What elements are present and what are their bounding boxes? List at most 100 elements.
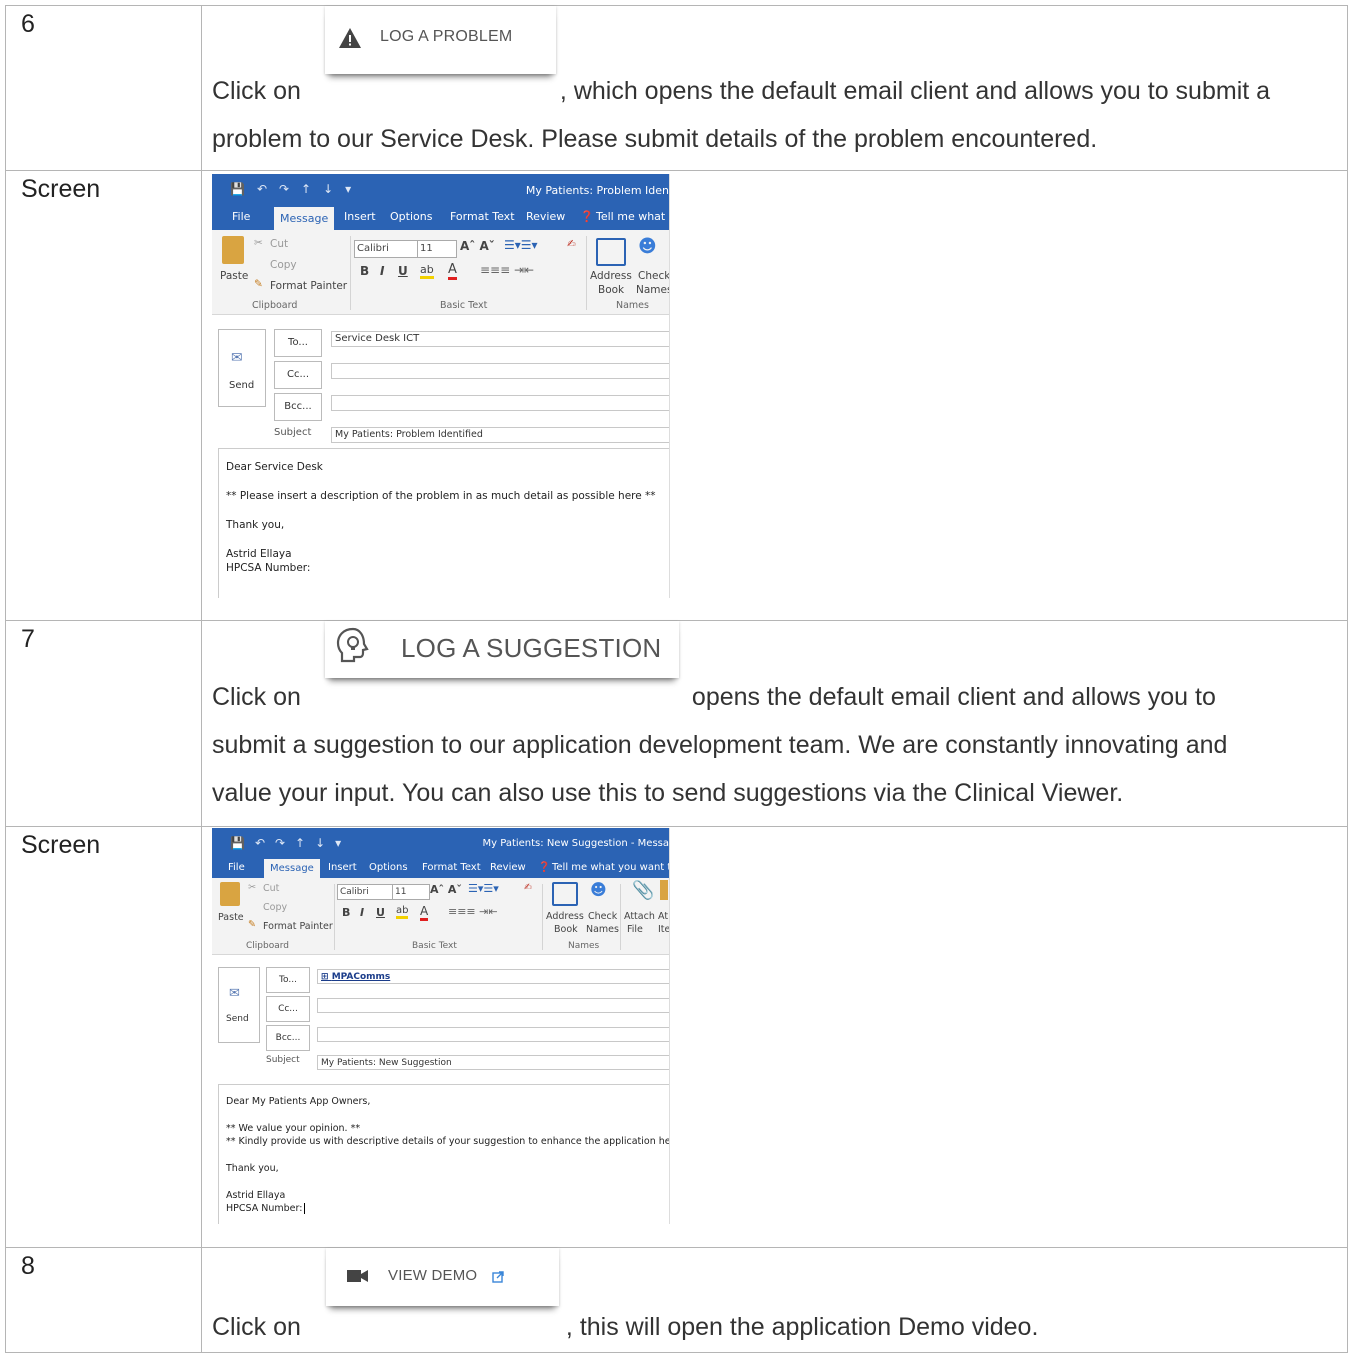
paste-icon[interactable] bbox=[222, 236, 244, 264]
paste-label[interactable]: Paste bbox=[218, 912, 244, 923]
paperclip-icon[interactable]: 📎 bbox=[632, 880, 654, 901]
to-button[interactable]: To... bbox=[266, 967, 310, 993]
log-problem-label: LOG A PROBLEM bbox=[380, 28, 513, 45]
tab-tell-me[interactable]: Tell me what y bbox=[596, 210, 669, 223]
align-icons[interactable]: ≡≡≡ ⇥⇤ bbox=[448, 905, 498, 918]
bcc-field[interactable] bbox=[317, 1027, 669, 1042]
paste-label[interactable]: Paste bbox=[220, 270, 248, 282]
subject-field[interactable]: My Patients: New Suggestion bbox=[317, 1055, 669, 1070]
video-camera-icon bbox=[347, 1270, 368, 1282]
tab-review[interactable]: Review bbox=[526, 210, 565, 223]
names-label[interactable]: Names bbox=[636, 284, 669, 296]
clipboard-group-label: Clipboard bbox=[252, 300, 298, 311]
tab-file[interactable]: File bbox=[228, 862, 245, 873]
book-label[interactable]: Book bbox=[598, 284, 624, 296]
subject-field[interactable]: My Patients: Problem Identified bbox=[331, 427, 669, 443]
check-names-icon[interactable]: ☻ bbox=[590, 880, 607, 899]
mail-body[interactable]: Dear My Patients App Owners, ** We value… bbox=[218, 1084, 669, 1224]
check-label[interactable]: Check bbox=[638, 270, 669, 282]
table-row: Screen 💾↶↷↑↓▾ My Patients: Problem Iden … bbox=[5, 170, 1348, 621]
cut-icon[interactable]: ✂ bbox=[248, 882, 256, 893]
mail-body[interactable]: Dear Service Desk ** Please insert a des… bbox=[218, 448, 669, 598]
grow-shrink-font-icons[interactable]: Aˆ Aˇ bbox=[460, 239, 495, 253]
tab-message[interactable]: Message bbox=[274, 207, 335, 230]
book-label[interactable]: Book bbox=[554, 924, 578, 935]
ribbon-tabs: File Message Insert Options Format Text … bbox=[212, 204, 669, 230]
body-line: Dear Service Desk bbox=[226, 461, 323, 473]
description-text: opens the default email client and allow… bbox=[691, 683, 1216, 711]
tab-review[interactable]: Review bbox=[490, 862, 526, 873]
tab-format-text[interactable]: Format Text bbox=[422, 862, 481, 873]
cut-label[interactable]: Cut bbox=[263, 883, 279, 894]
format-painter-icon[interactable]: ✎ bbox=[254, 278, 263, 290]
format-painter-label[interactable]: Format Painter bbox=[270, 280, 347, 292]
send-label: Send bbox=[229, 380, 255, 391]
font-name-select[interactable]: Calibri bbox=[354, 240, 418, 258]
to-field[interactable]: ⊞ MPAComms bbox=[317, 969, 669, 984]
copy-label[interactable]: Copy bbox=[263, 902, 287, 913]
address-book-icon[interactable] bbox=[596, 238, 626, 266]
grow-shrink-font-icons[interactable]: Aˆ Aˇ bbox=[430, 883, 462, 896]
view-demo-button[interactable]: VIEW DEMO bbox=[326, 1248, 559, 1306]
cut-label[interactable]: Cut bbox=[270, 238, 288, 250]
item-label[interactable]: Ite bbox=[658, 924, 669, 935]
send-button[interactable]: ✉ Send bbox=[218, 967, 260, 1043]
font-size-select[interactable]: 11 bbox=[392, 884, 430, 900]
underline-icon[interactable]: U bbox=[398, 264, 408, 278]
tab-file[interactable]: File bbox=[232, 210, 250, 223]
font-size-select[interactable]: 11 bbox=[417, 240, 457, 258]
check-names-icon[interactable]: ☻ bbox=[638, 236, 657, 257]
tab-tell-me[interactable]: Tell me what you want to bbox=[552, 862, 669, 873]
send-button[interactable]: ✉ Send bbox=[218, 329, 266, 407]
tab-insert[interactable]: Insert bbox=[328, 862, 357, 873]
italic-icon[interactable]: I bbox=[380, 264, 384, 278]
font-name-select[interactable]: Calibri bbox=[337, 884, 393, 900]
attach-item-label[interactable]: At bbox=[658, 911, 668, 922]
log-problem-button[interactable]: LOG A PROBLEM bbox=[325, 6, 556, 74]
cut-icon[interactable]: ✂ bbox=[254, 237, 263, 249]
address-book-icon[interactable] bbox=[552, 882, 578, 906]
bcc-field[interactable] bbox=[331, 395, 669, 411]
to-button[interactable]: To... bbox=[274, 329, 322, 357]
tab-format-text[interactable]: Format Text bbox=[450, 210, 515, 223]
tab-insert[interactable]: Insert bbox=[344, 210, 376, 223]
file-label[interactable]: File bbox=[627, 924, 643, 935]
bold-icon[interactable]: B bbox=[342, 906, 350, 919]
clear-format-icon[interactable]: ✍ bbox=[524, 882, 532, 893]
click-on-text: Click on bbox=[212, 77, 301, 105]
highlight-icon[interactable]: ab bbox=[396, 905, 409, 919]
copy-label[interactable]: Copy bbox=[270, 259, 297, 271]
format-painter-label[interactable]: Format Painter bbox=[263, 921, 333, 932]
tab-options[interactable]: Options bbox=[390, 210, 432, 223]
font-color-icon[interactable]: A bbox=[420, 904, 429, 921]
cc-button[interactable]: Cc... bbox=[274, 361, 322, 389]
check-label[interactable]: Check bbox=[588, 911, 617, 922]
paste-icon[interactable] bbox=[220, 882, 240, 906]
list-icons[interactable]: ☰▾☰▾ bbox=[468, 882, 499, 895]
address-label[interactable]: Address bbox=[546, 911, 584, 922]
attach-label[interactable]: Attach bbox=[624, 911, 655, 922]
format-painter-icon[interactable]: ✎ bbox=[248, 919, 256, 930]
tab-options[interactable]: Options bbox=[369, 862, 408, 873]
italic-icon[interactable]: I bbox=[360, 906, 364, 919]
list-icons[interactable]: ☰▾☰▾ bbox=[504, 238, 538, 252]
font-color-icon[interactable]: A bbox=[448, 262, 457, 280]
attach-item-icon[interactable] bbox=[660, 880, 668, 900]
cc-field[interactable] bbox=[331, 363, 669, 379]
names-label[interactable]: Names bbox=[586, 924, 619, 935]
log-suggestion-button[interactable]: LOG A SUGGESTION bbox=[325, 621, 679, 678]
clear-format-icon[interactable]: ✍ bbox=[567, 238, 576, 250]
align-icons[interactable]: ≡≡≡ ⇥⇤ bbox=[480, 263, 534, 277]
bold-icon[interactable]: B bbox=[360, 264, 369, 278]
cc-button[interactable]: Cc... bbox=[266, 996, 310, 1022]
bcc-button[interactable]: Bcc... bbox=[274, 393, 322, 421]
underline-icon[interactable]: U bbox=[376, 906, 385, 919]
highlight-icon[interactable]: ab bbox=[420, 263, 434, 279]
divider bbox=[586, 236, 587, 310]
to-field[interactable]: Service Desk ICT bbox=[331, 331, 669, 347]
log-suggestion-label: LOG A SUGGESTION bbox=[401, 633, 662, 663]
address-label[interactable]: Address bbox=[590, 270, 632, 282]
cc-field[interactable] bbox=[317, 998, 669, 1013]
tab-message[interactable]: Message bbox=[264, 859, 320, 878]
bcc-button[interactable]: Bcc... bbox=[266, 1025, 310, 1051]
